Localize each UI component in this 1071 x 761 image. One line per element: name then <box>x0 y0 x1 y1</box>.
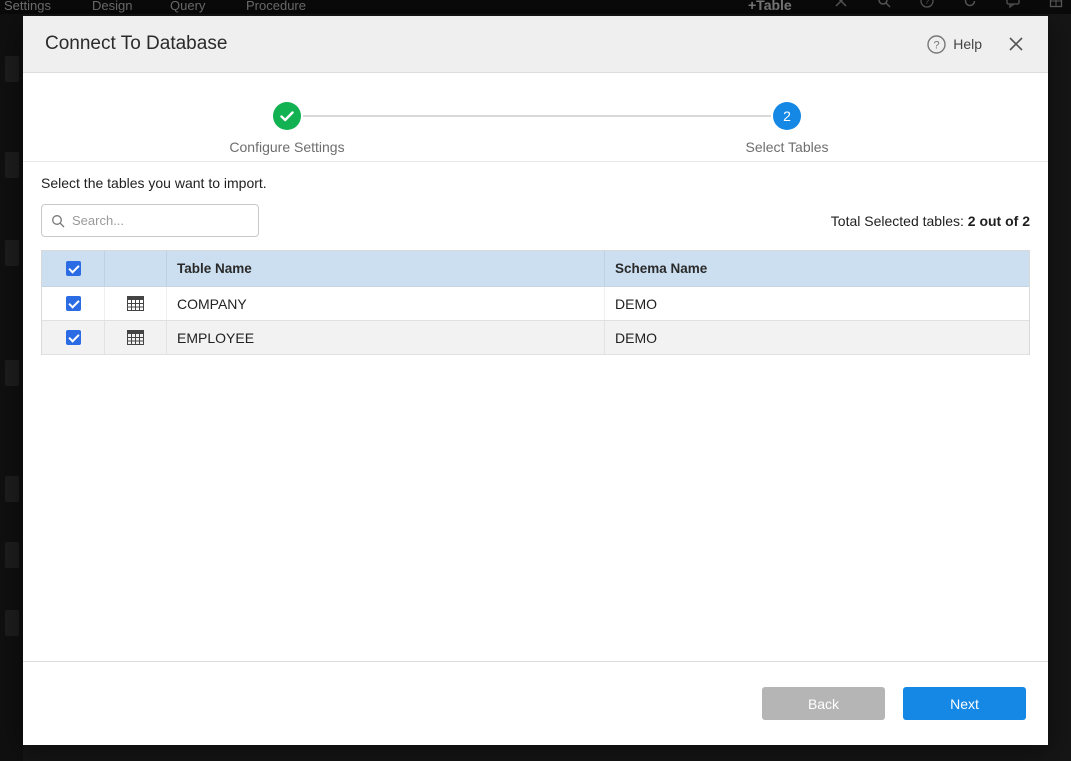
row-checkbox[interactable] <box>66 296 81 311</box>
dialog-footer: Back Next <box>23 661 1048 745</box>
table-header-row: Table Name Schema Name <box>42 251 1029 287</box>
table-grid-icon <box>127 296 144 311</box>
table-search-box[interactable] <box>41 204 259 237</box>
close-dialog-button[interactable] <box>1006 34 1026 54</box>
step-1-complete-icon[interactable] <box>273 102 301 130</box>
connect-to-database-dialog: Connect To Database ? Help 2 Configure S… <box>23 16 1048 745</box>
row-checkbox[interactable] <box>66 330 81 345</box>
selected-tables-summary: Total Selected tables: 2 out of 2 <box>831 213 1030 229</box>
instruction-text: Select the tables you want to import. <box>41 175 1030 191</box>
back-button[interactable]: Back <box>762 687 885 720</box>
icon-column-header <box>104 251 166 286</box>
step-2-label: Select Tables <box>677 139 897 155</box>
summary-label: Total Selected tables: <box>831 213 968 229</box>
dialog-header: Connect To Database ? Help <box>23 16 1048 73</box>
table-name-cell: EMPLOYEE <box>166 321 604 354</box>
next-button[interactable]: Next <box>903 687 1026 720</box>
step-2-number: 2 <box>773 102 801 130</box>
table-grid-icon <box>127 330 144 345</box>
schema-name-cell: DEMO <box>604 287 1029 320</box>
select-all-checkbox[interactable] <box>66 261 81 276</box>
help-button[interactable]: ? Help <box>927 35 982 54</box>
wizard-stepper: 2 Configure Settings Select Tables <box>23 73 1048 162</box>
schema-name-column-header: Schema Name <box>604 251 1029 286</box>
tables-list: Table Name Schema Name COMPANY DEMO EMPL… <box>41 250 1030 355</box>
stepper-connector-line <box>303 115 771 117</box>
step-1-label[interactable]: Configure Settings <box>177 139 397 155</box>
summary-value: 2 out of 2 <box>968 213 1030 229</box>
table-row[interactable]: COMPANY DEMO <box>42 287 1029 321</box>
svg-text:?: ? <box>934 39 940 51</box>
table-row[interactable]: EMPLOYEE DEMO <box>42 321 1029 355</box>
table-name-cell: COMPANY <box>166 287 604 320</box>
check-icon <box>280 111 294 122</box>
dialog-body: Select the tables you want to import. To… <box>23 175 1048 355</box>
search-icon <box>51 214 65 228</box>
dialog-title: Connect To Database <box>45 33 227 55</box>
help-label: Help <box>953 36 982 52</box>
search-input[interactable] <box>72 213 249 228</box>
close-icon <box>1008 36 1024 52</box>
table-name-column-header: Table Name <box>166 251 604 286</box>
schema-name-cell: DEMO <box>604 321 1029 354</box>
help-circle-icon: ? <box>927 35 946 54</box>
